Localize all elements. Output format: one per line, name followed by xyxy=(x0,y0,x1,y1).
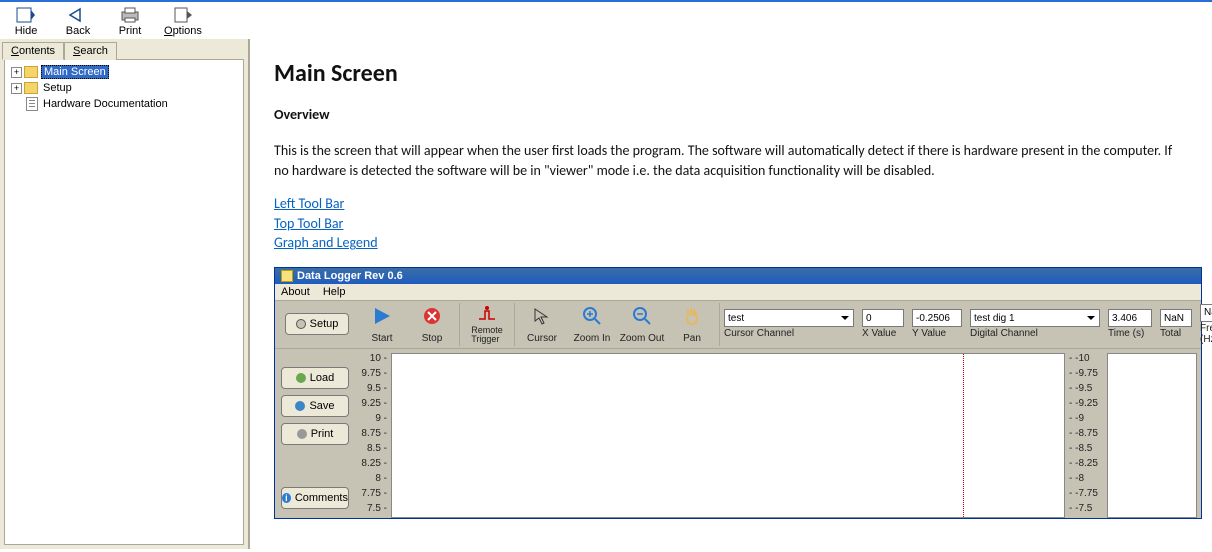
time-field: 3.406 xyxy=(1108,309,1152,327)
x-value-field: 0 xyxy=(862,309,904,327)
folder-icon xyxy=(24,66,38,78)
embed-top-toolbar: Setup Start Stop xyxy=(275,301,1201,349)
page-icon xyxy=(26,97,38,111)
print-icon xyxy=(297,429,307,439)
save-icon xyxy=(295,401,305,411)
stop-button[interactable]: Stop xyxy=(407,303,457,346)
y-value-field: -0.2506 xyxy=(912,309,962,327)
load-button[interactable]: Load xyxy=(281,367,349,389)
zoom-out-icon xyxy=(630,305,654,327)
load-icon xyxy=(296,373,306,383)
embed-left-toolbar: Load Save Print iComments xyxy=(275,349,355,518)
embedded-app-screenshot: Data Logger Rev 0.6 About Help Setup xyxy=(274,267,1202,519)
play-icon xyxy=(370,305,394,327)
zoom-out-button[interactable]: Zoom Out xyxy=(617,303,667,346)
folder-icon xyxy=(24,82,38,94)
link-top-toolbar[interactable]: Top Tool Bar xyxy=(274,214,1188,234)
zoom-in-icon xyxy=(580,305,604,327)
save-button[interactable]: Save xyxy=(281,395,349,417)
gear-icon xyxy=(296,319,306,329)
plot-area[interactable] xyxy=(391,353,1065,518)
info-icon: i xyxy=(282,493,291,503)
sidebar-tabs: Contents Search xyxy=(2,41,246,59)
pan-icon xyxy=(680,305,704,327)
print-button-embed[interactable]: Print xyxy=(281,423,349,445)
hide-button[interactable]: Hide xyxy=(8,6,44,37)
tree-item-setup[interactable]: + Setup xyxy=(7,80,241,96)
stop-icon xyxy=(420,305,444,327)
y-axis-right: - -10- -9.75- -9.5- -9.25- -9- -8.75- -8… xyxy=(1065,353,1105,518)
embed-titlebar: Data Logger Rev 0.6 xyxy=(275,268,1201,284)
remote-trigger-button[interactable]: RemoteTrigger xyxy=(462,303,512,346)
cursor-button[interactable]: Cursor xyxy=(517,303,567,346)
start-button[interactable]: Start xyxy=(357,303,407,346)
cursor-channel-select[interactable]: test xyxy=(724,309,854,327)
expand-icon[interactable]: + xyxy=(11,83,22,94)
y-axis-left: 10 -9.75 -9.5 -9.25 -9 -8.75 -8.5 -8.25 … xyxy=(355,353,391,518)
tab-contents[interactable]: Contents xyxy=(2,42,64,60)
total-field: NaN xyxy=(1160,309,1192,327)
overview-heading: Overview xyxy=(274,106,1188,123)
expand-icon[interactable]: + xyxy=(11,67,22,78)
tab-search[interactable]: Search xyxy=(64,42,117,60)
pan-button[interactable]: Pan xyxy=(667,303,717,346)
help-toolbar: Hide Back Print Options xyxy=(0,2,1212,39)
menu-about[interactable]: About xyxy=(281,286,310,298)
tree-item-hardware-doc[interactable]: Hardware Documentation xyxy=(7,96,241,112)
options-button[interactable]: Options xyxy=(164,6,202,37)
readout-cursor-channel: test Cursor Channel xyxy=(720,303,858,346)
back-button[interactable]: Back xyxy=(60,6,96,37)
setup-button[interactable]: Setup xyxy=(285,313,349,335)
graph-area: 10 -9.75 -9.5 -9.25 -9 -8.75 -8.5 -8.25 … xyxy=(355,349,1201,518)
cursor-icon xyxy=(530,305,554,327)
freq-field: NaN xyxy=(1200,304,1212,322)
link-left-toolbar[interactable]: Left Tool Bar xyxy=(274,194,1188,214)
trigger-icon xyxy=(475,305,499,326)
legend-box xyxy=(1107,353,1197,518)
menu-help[interactable]: Help xyxy=(323,286,346,298)
tree-item-main-screen[interactable]: + Main Screen xyxy=(7,64,241,80)
link-graph-legend[interactable]: Graph and Legend xyxy=(274,233,1188,253)
help-content[interactable]: Main Screen Overview This is the screen … xyxy=(250,39,1212,549)
contents-tree: + Main Screen + Setup Hardware Documenta… xyxy=(4,59,244,545)
back-icon xyxy=(67,6,89,24)
zoom-in-button[interactable]: Zoom In xyxy=(567,303,617,346)
embed-menubar: About Help xyxy=(275,284,1201,301)
sidebar: Contents Search + Main Screen + Setup Ha… xyxy=(0,39,250,549)
print-button[interactable]: Print xyxy=(112,6,148,37)
comments-button[interactable]: iComments xyxy=(281,487,349,509)
hide-icon xyxy=(15,6,37,24)
labview-icon xyxy=(281,270,293,282)
digital-channel-select[interactable]: test dig 1 xyxy=(970,309,1100,327)
cursor-line xyxy=(963,354,964,517)
print-icon xyxy=(119,6,141,24)
page-title: Main Screen xyxy=(274,59,1188,88)
options-icon xyxy=(172,6,194,24)
overview-body: This is the screen that will appear when… xyxy=(274,141,1188,180)
